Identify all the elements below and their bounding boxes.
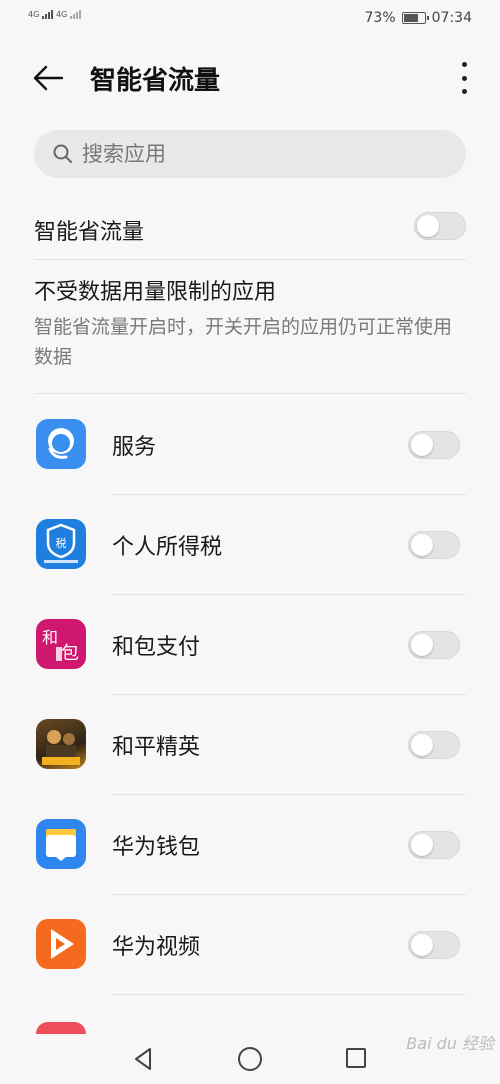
app-toggle[interactable]: [408, 831, 460, 859]
page-title: 智能省流量: [90, 66, 221, 96]
svg-text:包: 包: [61, 643, 79, 664]
app-name: 个人所得税: [112, 535, 223, 560]
hebao-pay-icon: 和 包: [36, 619, 86, 669]
app-name: 华为视频: [112, 935, 201, 960]
network-type-label: 4G: [28, 10, 40, 19]
watermark-logo: Bai du 经验: [406, 1034, 494, 1053]
search-input[interactable]: [82, 142, 442, 166]
game-peace-elite-icon: [36, 719, 86, 769]
section-description: 智能省流量开启时，开关开启的应用仍可正常使用数据: [34, 316, 453, 368]
app-name: 和包支付: [112, 635, 201, 660]
app-row-individual-income-tax[interactable]: 税 个人所得税: [0, 495, 500, 595]
app-toggle[interactable]: [408, 731, 460, 759]
smart-data-saver-toggle[interactable]: [414, 212, 466, 240]
app-row-service[interactable]: 服务: [0, 395, 500, 495]
battery-percent: 73%: [364, 10, 396, 26]
section-title: 不受数据用量限制的应用: [34, 280, 277, 305]
app-row-peace-elite[interactable]: 和平精英: [0, 695, 500, 795]
unrestricted-apps-section: 不受数据用量限制的应用 智能省流量开启时，开关开启的应用仍可正常使用数据: [34, 278, 466, 394]
app-toggle[interactable]: [408, 431, 460, 459]
app-row-huawei-video[interactable]: 华为视频: [0, 895, 500, 995]
smart-data-saver-row[interactable]: 智能省流量: [34, 204, 466, 260]
app-name: 华为钱包: [112, 835, 201, 860]
status-bar: 4G 4G 73% 07:34: [0, 0, 500, 38]
app-toggle[interactable]: [408, 531, 460, 559]
app-icon-partial: [36, 1022, 86, 1034]
clock: 07:34: [431, 10, 472, 26]
more-vertical-icon[interactable]: [458, 62, 470, 94]
huawei-video-icon: [36, 919, 86, 969]
app-toggle[interactable]: [408, 631, 460, 659]
svg-text:税: 税: [56, 536, 67, 550]
huawei-wallet-icon: [36, 819, 86, 869]
signal-icon: 4G: [28, 10, 54, 19]
app-bar: 智能省流量: [0, 50, 500, 106]
nav-recent-icon[interactable]: [346, 1048, 366, 1068]
app-name: 和平精英: [112, 735, 201, 760]
customer-service-icon: [36, 419, 86, 469]
nav-home-icon[interactable]: [238, 1047, 262, 1071]
smart-data-saver-label: 智能省流量: [34, 220, 145, 245]
svg-text:和: 和: [42, 628, 58, 647]
app-row-huawei-wallet[interactable]: 华为钱包: [0, 795, 500, 895]
app-list: 服务 税 个人所得税 和 包 和包支付 和平精英 华为钱包 华为视频: [0, 395, 500, 995]
battery-icon: [401, 12, 429, 24]
app-name: 服务: [112, 435, 157, 460]
search-bar[interactable]: [34, 130, 466, 178]
app-toggle[interactable]: [408, 931, 460, 959]
search-icon: [53, 144, 72, 163]
signal-icon: 4G: [56, 10, 82, 19]
nav-back-icon[interactable]: [130, 1046, 156, 1072]
arrow-left-icon[interactable]: [32, 64, 64, 92]
network-type-label: 4G: [56, 10, 68, 19]
app-row-hebao-pay[interactable]: 和 包 和包支付: [0, 595, 500, 695]
tax-shield-icon: 税: [36, 519, 86, 569]
